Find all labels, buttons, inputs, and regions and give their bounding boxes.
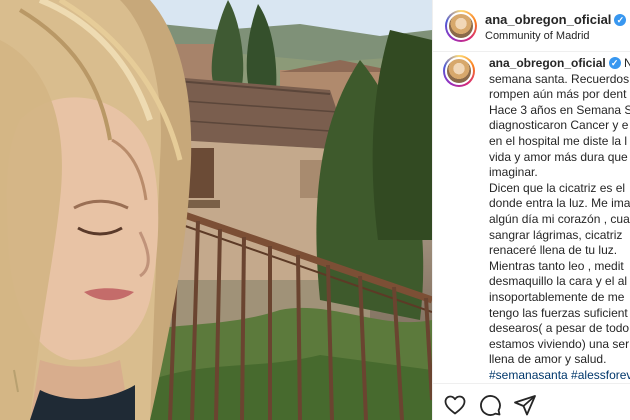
caption-line: desmaquillo la cara y el al [489, 274, 628, 289]
profile-avatar[interactable] [445, 10, 477, 42]
caption-line: en el hospital me diste la l [489, 133, 628, 148]
post-header: ana_obregon_oficial ✓ Community of Madrid [433, 0, 630, 52]
share-icon [514, 395, 536, 416]
caption-line: imaginar. [489, 165, 538, 180]
caption-line: Mientras tanto leo , medit [489, 258, 624, 273]
post-actions [433, 383, 630, 420]
caption-line: vida y amor más dura que [489, 149, 628, 164]
caption-line: diagnosticaron Cancer y e [489, 118, 629, 133]
caption-line: desearos( a pesar de todo [489, 321, 630, 336]
username-text[interactable]: ana_obregon_oficial [485, 12, 611, 27]
caption-text: ana_obregon_oficial✓ No semana santa. Re… [489, 56, 630, 383]
caption-line: algún día mi corazón , cua [489, 211, 630, 226]
post-username[interactable]: ana_obregon_oficial ✓ [485, 12, 627, 27]
caption-line: Hace 3 años en Semana S [489, 102, 630, 117]
caption-line: donde entra la luz. Me ima [489, 196, 630, 211]
caption-line: estamos viviendo) una ser [489, 336, 630, 351]
share-button[interactable] [513, 393, 537, 417]
caption-line: renaceré llena de tu luz. [489, 243, 618, 258]
verified-badge-icon: ✓ [614, 14, 627, 26]
like-button[interactable] [443, 393, 467, 417]
caption-username[interactable]: ana_obregon_oficial [489, 56, 606, 70]
comment-icon [480, 395, 501, 416]
caption-line: insoportablemente de me [489, 289, 625, 304]
caption-line: rompen aún más por dent [489, 87, 627, 102]
post-side-panel: ana_obregon_oficial ✓ Community of Madrid… [432, 0, 630, 420]
caption-line: semana santa. Recuerdos [489, 71, 630, 86]
post-photo[interactable] [0, 0, 432, 420]
caption-line: llena de amor y salud. [489, 352, 607, 367]
caption-avatar[interactable] [443, 55, 475, 87]
post-photo-scene [0, 0, 432, 420]
caption-line: sangrar lágrimas, cicatriz [489, 227, 623, 242]
caption-line: ana_obregon_oficial✓ No [489, 56, 630, 72]
caption-line: Dicen que la cicatriz es el [489, 180, 626, 195]
verified-badge-icon: ✓ [608, 57, 621, 69]
heart-icon [444, 395, 466, 415]
caption-hashtags[interactable]: #semanasanta #alessforev [489, 368, 630, 383]
caption-area: ana_obregon_oficial✓ No semana santa. Re… [433, 53, 630, 383]
comment-button[interactable] [478, 393, 502, 417]
caption-line: tengo las fuerzas suficient [489, 305, 628, 320]
post-location[interactable]: Community of Madrid [485, 30, 590, 42]
